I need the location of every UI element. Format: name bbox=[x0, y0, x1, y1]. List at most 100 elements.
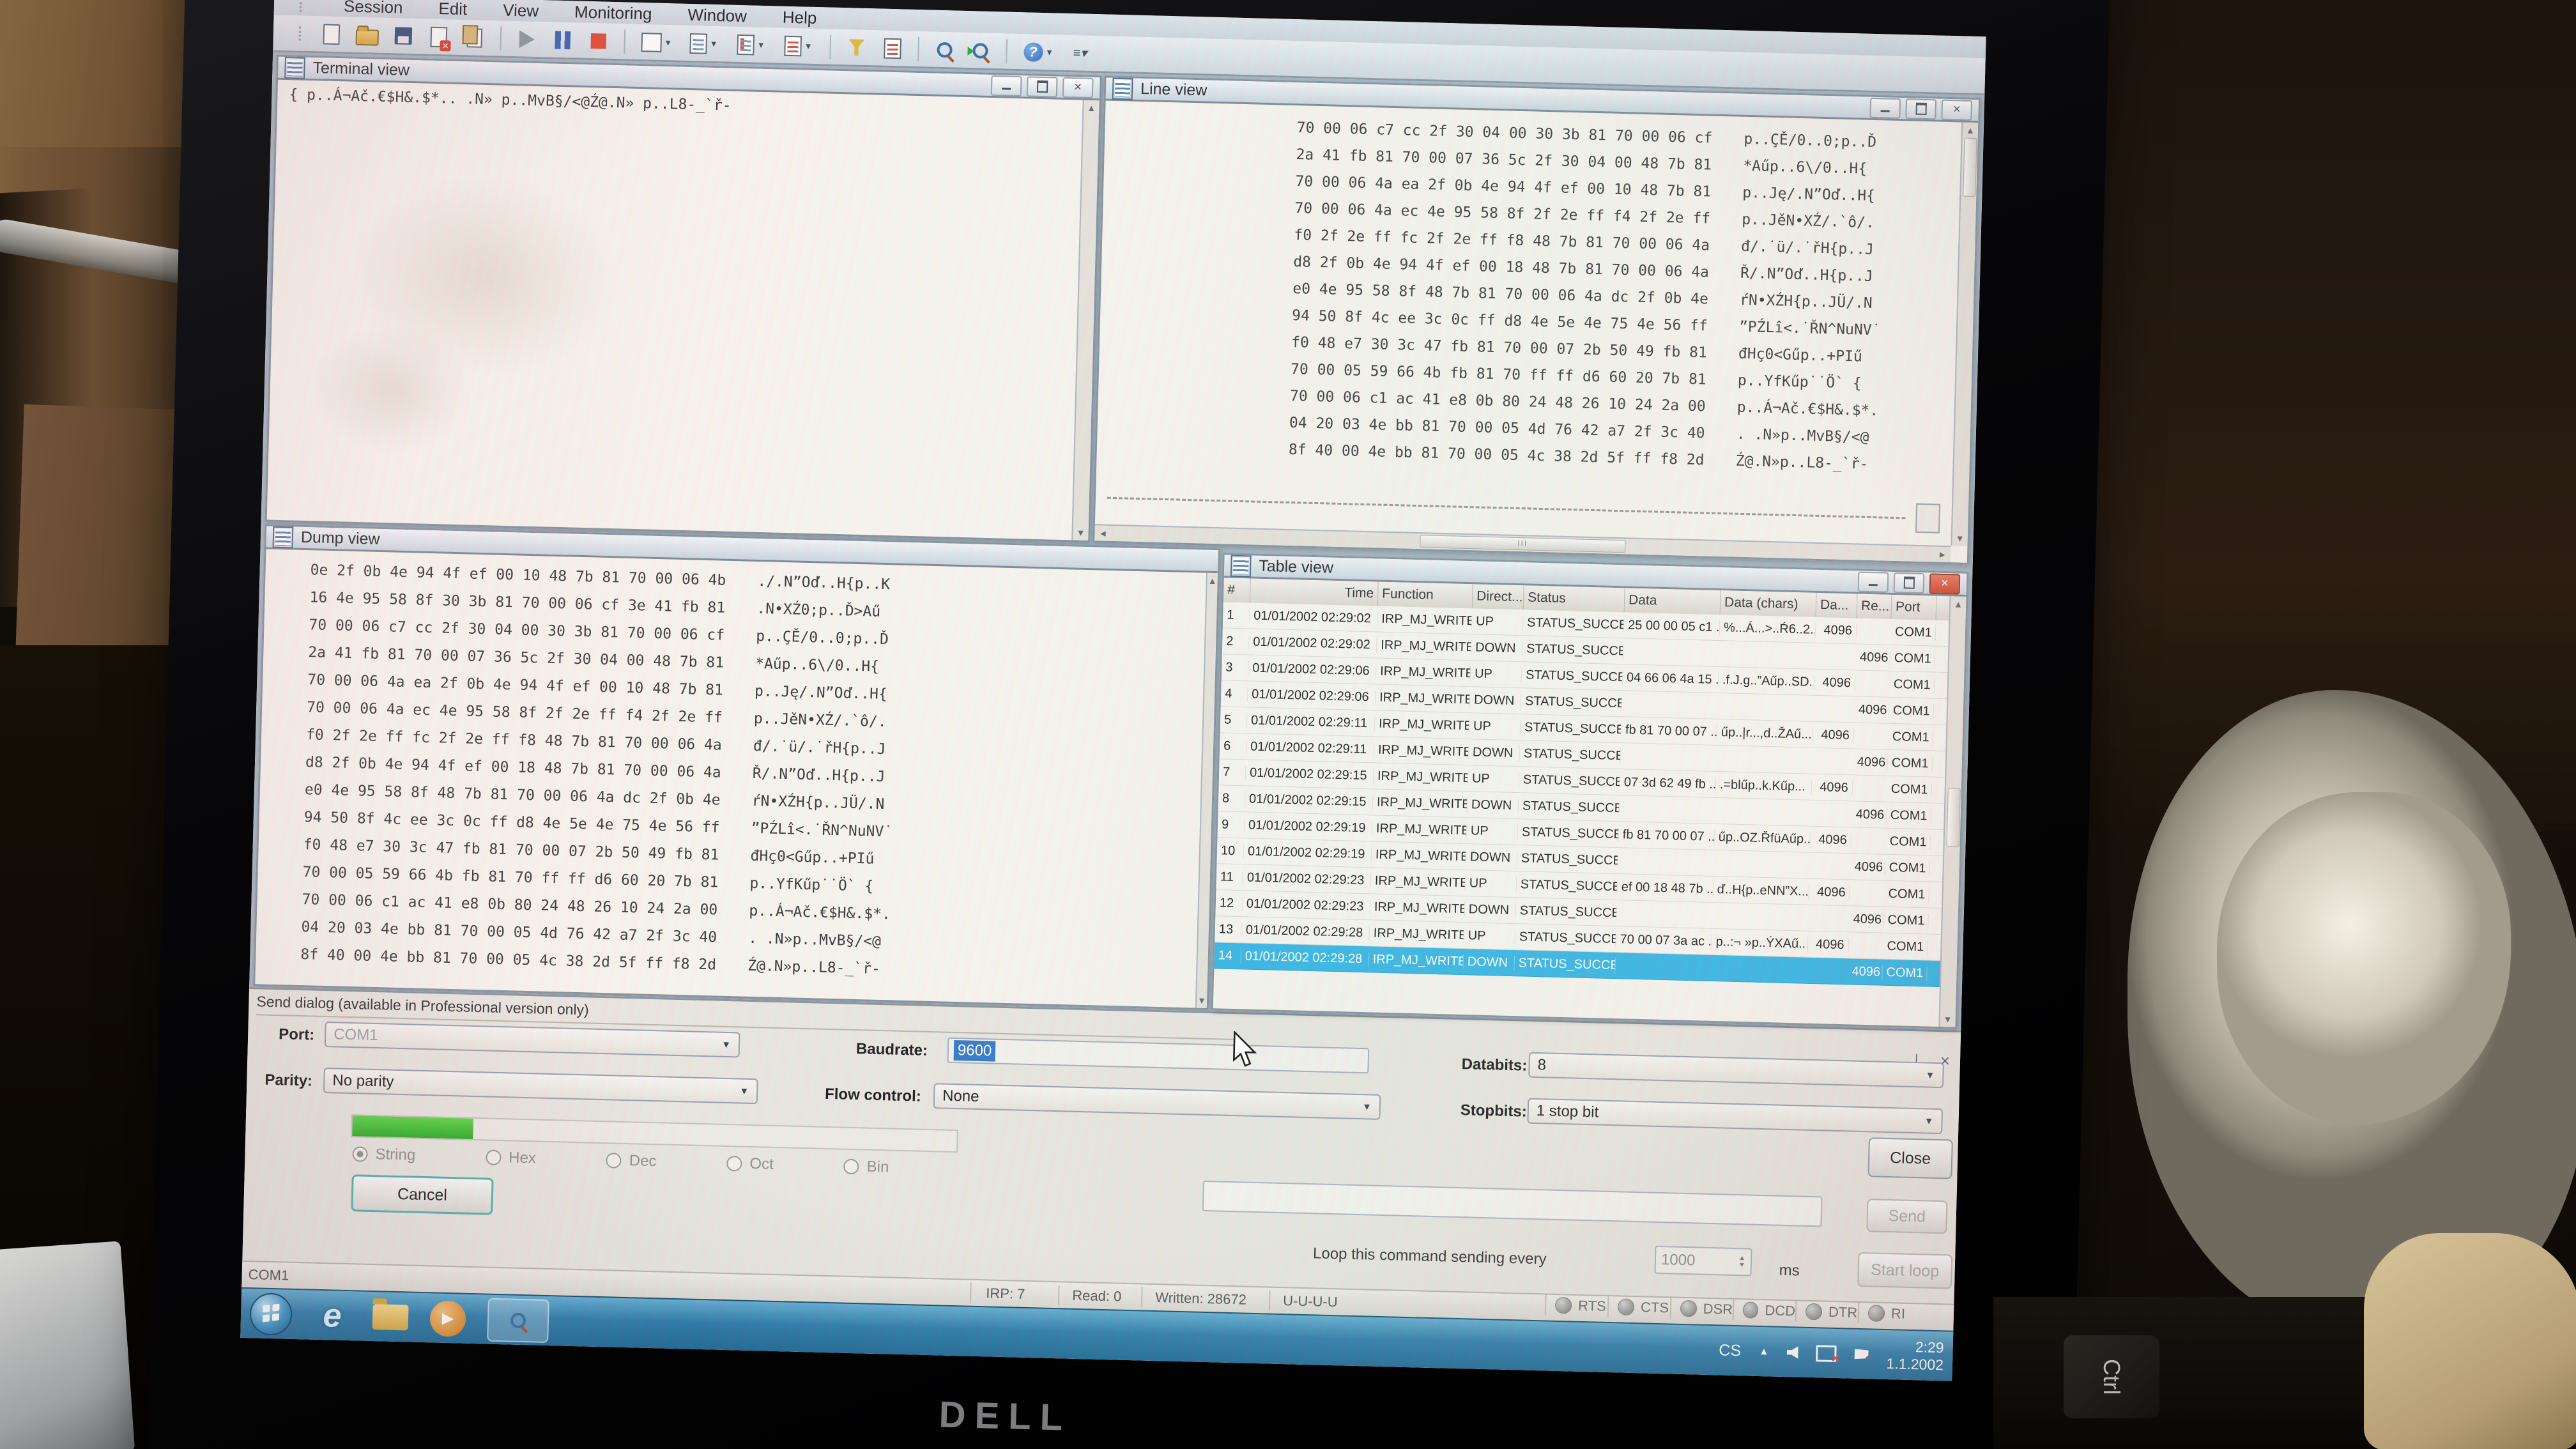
send-input[interactable] bbox=[1202, 1181, 1823, 1227]
table-header-cell[interactable]: Re... bbox=[1857, 594, 1892, 619]
format-radio[interactable]: Hex bbox=[486, 1148, 536, 1167]
format-radio[interactable]: String bbox=[352, 1145, 415, 1164]
start-monitoring-icon[interactable] bbox=[511, 24, 542, 53]
close-dialog-button[interactable]: Close bbox=[1867, 1137, 1953, 1179]
cell-function: IRP_MJ_WRITE bbox=[1370, 926, 1465, 943]
maximize-button[interactable] bbox=[1905, 98, 1936, 119]
help-icon[interactable]: ?▼ bbox=[1017, 37, 1060, 66]
filter-icon[interactable] bbox=[841, 33, 872, 61]
progress-fill bbox=[352, 1116, 473, 1139]
internet-explorer-icon[interactable]: e bbox=[313, 1296, 351, 1334]
copy-icon[interactable] bbox=[459, 23, 490, 52]
table-header-cell[interactable]: Direct... bbox=[1473, 584, 1524, 610]
led-icon bbox=[1805, 1303, 1823, 1321]
save-icon[interactable] bbox=[387, 22, 418, 50]
cell-data bbox=[1618, 861, 1714, 863]
led-label: DTR bbox=[1828, 1304, 1858, 1321]
tray-expand-icon[interactable]: ▲ bbox=[1759, 1346, 1769, 1357]
serial-monitor-app-button[interactable] bbox=[487, 1298, 549, 1342]
table-header-cell[interactable]: Data (chars) bbox=[1721, 590, 1817, 617]
menu-item[interactable]: Edit bbox=[434, 0, 471, 19]
open-session-icon[interactable] bbox=[351, 20, 383, 49]
spinner-down-icon[interactable]: ▼ bbox=[1738, 1262, 1745, 1269]
cancel-button[interactable]: Cancel bbox=[351, 1174, 493, 1215]
close-button[interactable]: × bbox=[1062, 77, 1094, 98]
cell-port: COM1 bbox=[1885, 834, 1931, 850]
stop-monitoring-icon[interactable] bbox=[583, 26, 614, 55]
new-session-icon[interactable] bbox=[316, 20, 347, 49]
menu-item[interactable]: Window bbox=[684, 4, 751, 26]
terminal-view-icon[interactable]: ▼ bbox=[730, 30, 772, 59]
flow-control-label: Flow control: bbox=[825, 1085, 921, 1106]
find-next-icon[interactable] bbox=[965, 36, 996, 65]
table-view-icon[interactable]: ▼ bbox=[635, 27, 678, 57]
cell-data-size bbox=[1810, 866, 1851, 867]
media-player-icon[interactable]: ▶ bbox=[429, 1300, 466, 1337]
volume-icon[interactable] bbox=[1787, 1346, 1799, 1359]
flow-control-combobox[interactable]: None▼ bbox=[933, 1083, 1381, 1120]
maximize-button[interactable] bbox=[1027, 76, 1058, 97]
minimize-button[interactable] bbox=[1869, 97, 1901, 118]
mouse-cursor bbox=[1231, 1031, 1259, 1069]
cell-index: 13 bbox=[1215, 922, 1243, 937]
cell-data-size: 4096 bbox=[1816, 622, 1857, 638]
menu-item[interactable]: Monitoring bbox=[571, 2, 656, 24]
table-header-cell[interactable]: Time bbox=[1250, 578, 1379, 606]
table-header-cell[interactable]: Data bbox=[1625, 588, 1721, 615]
cell-data: 07 3d 62 49 fb ... bbox=[1620, 775, 1717, 792]
format-radio[interactable]: Dec bbox=[606, 1151, 656, 1170]
table-header-cell[interactable]: # bbox=[1223, 578, 1251, 602]
ascii-chars: .N•XŹ0;p..Ď>Aű bbox=[756, 595, 881, 626]
chevron-down-icon: ▼ bbox=[739, 1085, 749, 1096]
radio-dot-icon bbox=[843, 1159, 859, 1175]
send-button[interactable]: Send bbox=[1866, 1199, 1947, 1234]
close-button[interactable]: × bbox=[1941, 99, 1972, 120]
stopbits-combobox[interactable]: 1 stop bit▼ bbox=[1527, 1098, 1943, 1134]
pause-monitoring-icon[interactable] bbox=[547, 26, 578, 54]
start-loop-button[interactable]: Start loop bbox=[1857, 1252, 1952, 1289]
loop-interval-spinner[interactable]: 1000▲▼ bbox=[1654, 1246, 1752, 1276]
explorer-folder-icon[interactable] bbox=[372, 1304, 409, 1330]
databits-combobox[interactable]: 8▼ bbox=[1528, 1052, 1944, 1088]
ascii-chars: p..Á¬Ač.€$H&.$*. bbox=[1736, 394, 1879, 425]
format-radio[interactable]: Oct bbox=[726, 1154, 774, 1174]
cell-status: STATUS_SUCCESS bbox=[1515, 930, 1616, 947]
port-combobox[interactable]: COM1▼ bbox=[325, 1022, 740, 1057]
find-icon[interactable] bbox=[929, 35, 960, 64]
clock-date: 1.1.2002 bbox=[1886, 1355, 1943, 1374]
cell-data-chars bbox=[1717, 758, 1813, 761]
start-button[interactable] bbox=[249, 1292, 293, 1336]
line-view-icon[interactable]: ▼ bbox=[682, 29, 725, 58]
window-title: Dump view bbox=[301, 528, 380, 549]
minimize-button[interactable] bbox=[991, 75, 1022, 96]
cell-index: 9 bbox=[1218, 817, 1245, 832]
table-header-cell[interactable]: Status bbox=[1524, 585, 1625, 612]
table-header-cell[interactable]: Da... bbox=[1816, 593, 1858, 618]
cell-port: COM1 bbox=[1889, 703, 1935, 719]
window-title: Line view bbox=[1140, 80, 1208, 100]
minimize-button[interactable] bbox=[1858, 571, 1889, 592]
export-icon[interactable] bbox=[877, 34, 908, 63]
cell-port: COM1 bbox=[1887, 781, 1932, 797]
language-indicator[interactable]: CS bbox=[1719, 1341, 1741, 1360]
menu-item[interactable]: View bbox=[499, 0, 543, 21]
baudrate-field[interactable]: 9600 bbox=[947, 1038, 1369, 1074]
table-header-cell[interactable]: Function bbox=[1378, 582, 1473, 609]
splitter-box[interactable] bbox=[1915, 503, 1940, 533]
format-radio[interactable]: Bin bbox=[843, 1158, 889, 1177]
cell-status: STATUS_SUCCESS bbox=[1514, 956, 1616, 973]
dump-view-icon[interactable]: ▼ bbox=[777, 31, 820, 61]
port-label: Port: bbox=[279, 1025, 315, 1044]
network-disconnected-icon[interactable] bbox=[1816, 1345, 1837, 1362]
cell-status: STATUS_SUCCESS bbox=[1521, 694, 1623, 711]
parity-combobox[interactable]: No parity▼ bbox=[323, 1068, 758, 1104]
close-session-icon[interactable] bbox=[423, 22, 454, 51]
action-center-flag-icon[interactable] bbox=[1855, 1349, 1869, 1360]
menu-item[interactable]: Session bbox=[340, 0, 407, 17]
menu-item[interactable]: Help bbox=[778, 7, 820, 28]
close-button[interactable]: × bbox=[1929, 573, 1961, 594]
table-header-cell[interactable]: Port bbox=[1892, 595, 1937, 620]
taskbar-clock[interactable]: 2:29 1.1.2002 bbox=[1886, 1338, 1944, 1374]
toolbar-overflow-icon[interactable]: ≡▾ bbox=[1064, 38, 1096, 67]
maximize-button[interactable] bbox=[1894, 572, 1925, 593]
